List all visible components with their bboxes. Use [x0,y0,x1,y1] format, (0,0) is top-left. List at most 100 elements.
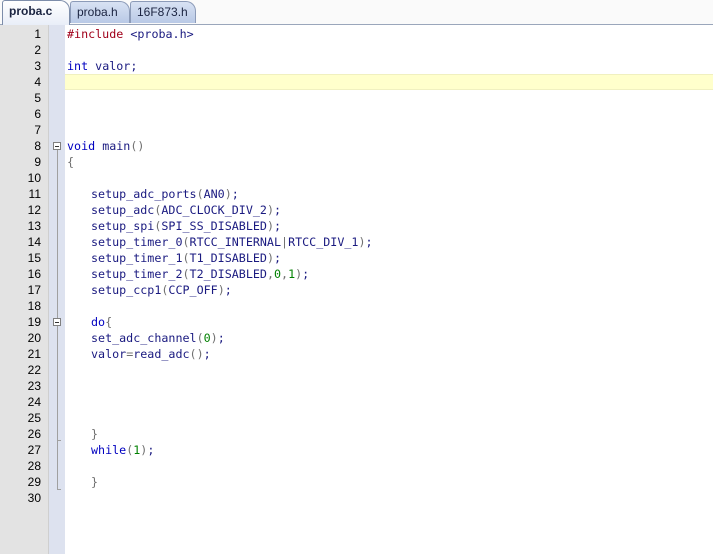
code-line-area[interactable] [65,442,713,458]
code-token: AN0 [203,187,225,201]
code-line-area[interactable] [65,106,713,122]
code-line[interactable]: 21 valor=read_adc(); [0,346,713,362]
code-line[interactable]: 16 setup_timer_2(T2_DISABLED,0,1); [0,266,713,282]
code-line[interactable]: 12 setup_adc(ADC_CLOCK_DIV_2); [0,202,713,218]
code-line-area[interactable] [65,122,713,138]
code-text: setup_adc_ports(AN0); [91,186,239,202]
code-line-area[interactable] [65,74,713,90]
code-token: { [67,155,75,169]
code-line-area[interactable] [65,298,713,314]
code-token: setup_spi [91,219,155,233]
code-text: } [91,474,98,490]
code-token: ; [274,203,282,217]
code-line-area[interactable] [65,138,713,154]
code-token: ) [266,219,274,233]
code-token: read_adc [133,347,190,361]
code-line[interactable]: 18 [0,298,713,314]
code-token: , [266,267,274,281]
code-line[interactable]: 19 do{ [0,314,713,330]
code-token: setup_timer_2 [91,267,183,281]
code-token: ( [182,251,190,265]
code-text: } [91,426,98,442]
code-token: } [91,427,99,441]
code-line[interactable]: 23 [0,378,713,394]
code-line[interactable]: 28 [0,458,713,474]
code-line[interactable]: 4 [0,74,713,90]
code-text: setup_spi(SPI_SS_DISABLED); [91,218,281,234]
code-line-area[interactable] [65,410,713,426]
code-line[interactable]: 8 void main() [0,138,713,154]
code-token: ; [274,219,282,233]
code-token: while [91,443,127,457]
tab-proba-h[interactable]: proba.h [70,1,130,23]
code-line[interactable]: 25 [0,410,713,426]
code-token: RTCC_INTERNAL [189,235,282,249]
code-line-area[interactable] [65,474,713,490]
code-text: setup_timer_0(RTCC_INTERNAL|RTCC_DIV_1); [91,234,373,250]
code-text: while(1); [91,442,154,458]
code-line-area[interactable] [65,458,713,474]
code-token: void [67,139,96,153]
code-token: ; [217,331,225,345]
line-number: 12 [27,203,41,217]
code-token: 0 [203,331,211,345]
line-number: 29 [27,475,41,489]
line-number: 23 [27,379,41,393]
code-line-area[interactable] [65,314,713,330]
code-line[interactable]: 1 #include <proba.h> [0,26,713,42]
code-line[interactable]: 20 set_adc_channel(0); [0,330,713,346]
code-token: 0 [273,267,282,281]
code-text: setup_timer_1(T1_DISABLED); [91,250,281,266]
code-line[interactable]: 9{ [0,154,713,170]
code-line[interactable]: 26} [0,426,713,442]
line-number: 4 [34,75,41,89]
code-line[interactable]: 22 [0,362,713,378]
code-text: valor=read_adc(); [91,346,211,362]
code-line-area[interactable] [65,378,713,394]
code-line-area[interactable] [65,42,713,58]
code-token: RTCC_DIV_1 [288,235,359,249]
code-line[interactable]: 30 [0,490,713,506]
line-number: 19 [27,315,41,329]
code-line[interactable]: 15 setup_timer_1(T1_DISABLED); [0,250,713,266]
code-line[interactable]: 13 setup_spi(SPI_SS_DISABLED); [0,218,713,234]
code-token: ( [182,235,190,249]
code-line[interactable]: 6 [0,106,713,122]
code-line[interactable]: 10 [0,170,713,186]
code-text: set_adc_channel(0); [91,330,225,346]
code-line[interactable]: 2 [0,42,713,58]
code-line-area[interactable] [65,90,713,106]
code-line-area[interactable] [65,362,713,378]
code-line[interactable]: 7 [0,122,713,138]
code-line-area[interactable] [65,426,713,442]
code-line[interactable]: 3 int valor; [0,58,713,74]
line-number: 5 [34,91,41,105]
code-token: () [189,347,204,361]
code-line[interactable]: 17 setup_ccp1(CCP_OFF); [0,282,713,298]
code-token: ( [196,331,204,345]
code-text: setup_ccp1(CCP_OFF); [91,282,232,298]
code-line-area[interactable] [65,170,713,186]
tab-16f873-h[interactable]: 16F873.h [130,1,196,23]
code-text: void main() [67,138,144,154]
code-line-area[interactable] [65,154,713,170]
code-token: T1_DISABLED [189,251,267,265]
code-line[interactable]: 11 setup_adc_ports(AN0); [0,186,713,202]
tab-proba-c[interactable]: proba.c [2,0,70,25]
code-token: setup_adc_ports [91,187,197,201]
tab-strip: proba.c proba.h 16F873.h [0,0,713,25]
code-line[interactable]: 27 while(1); [0,442,713,458]
code-token: SPI_SS_DISABLED [161,219,267,233]
code-text: { [67,154,74,170]
code-text: setup_adc(ADC_CLOCK_DIV_2); [91,202,281,218]
code-line[interactable]: 24 [0,394,713,410]
code-line[interactable]: 5 [0,90,713,106]
code-line[interactable]: 29} [0,474,713,490]
code-line-area[interactable] [65,490,713,506]
code-token: main [95,139,131,153]
code-line-area[interactable] [65,58,713,74]
code-line[interactable]: 14 setup_timer_0(RTCC_INTERNAL|RTCC_DIV_1… [0,234,713,250]
code-token: ; [273,251,282,265]
code-line-area[interactable] [65,394,713,410]
code-token: valor; [88,59,138,73]
